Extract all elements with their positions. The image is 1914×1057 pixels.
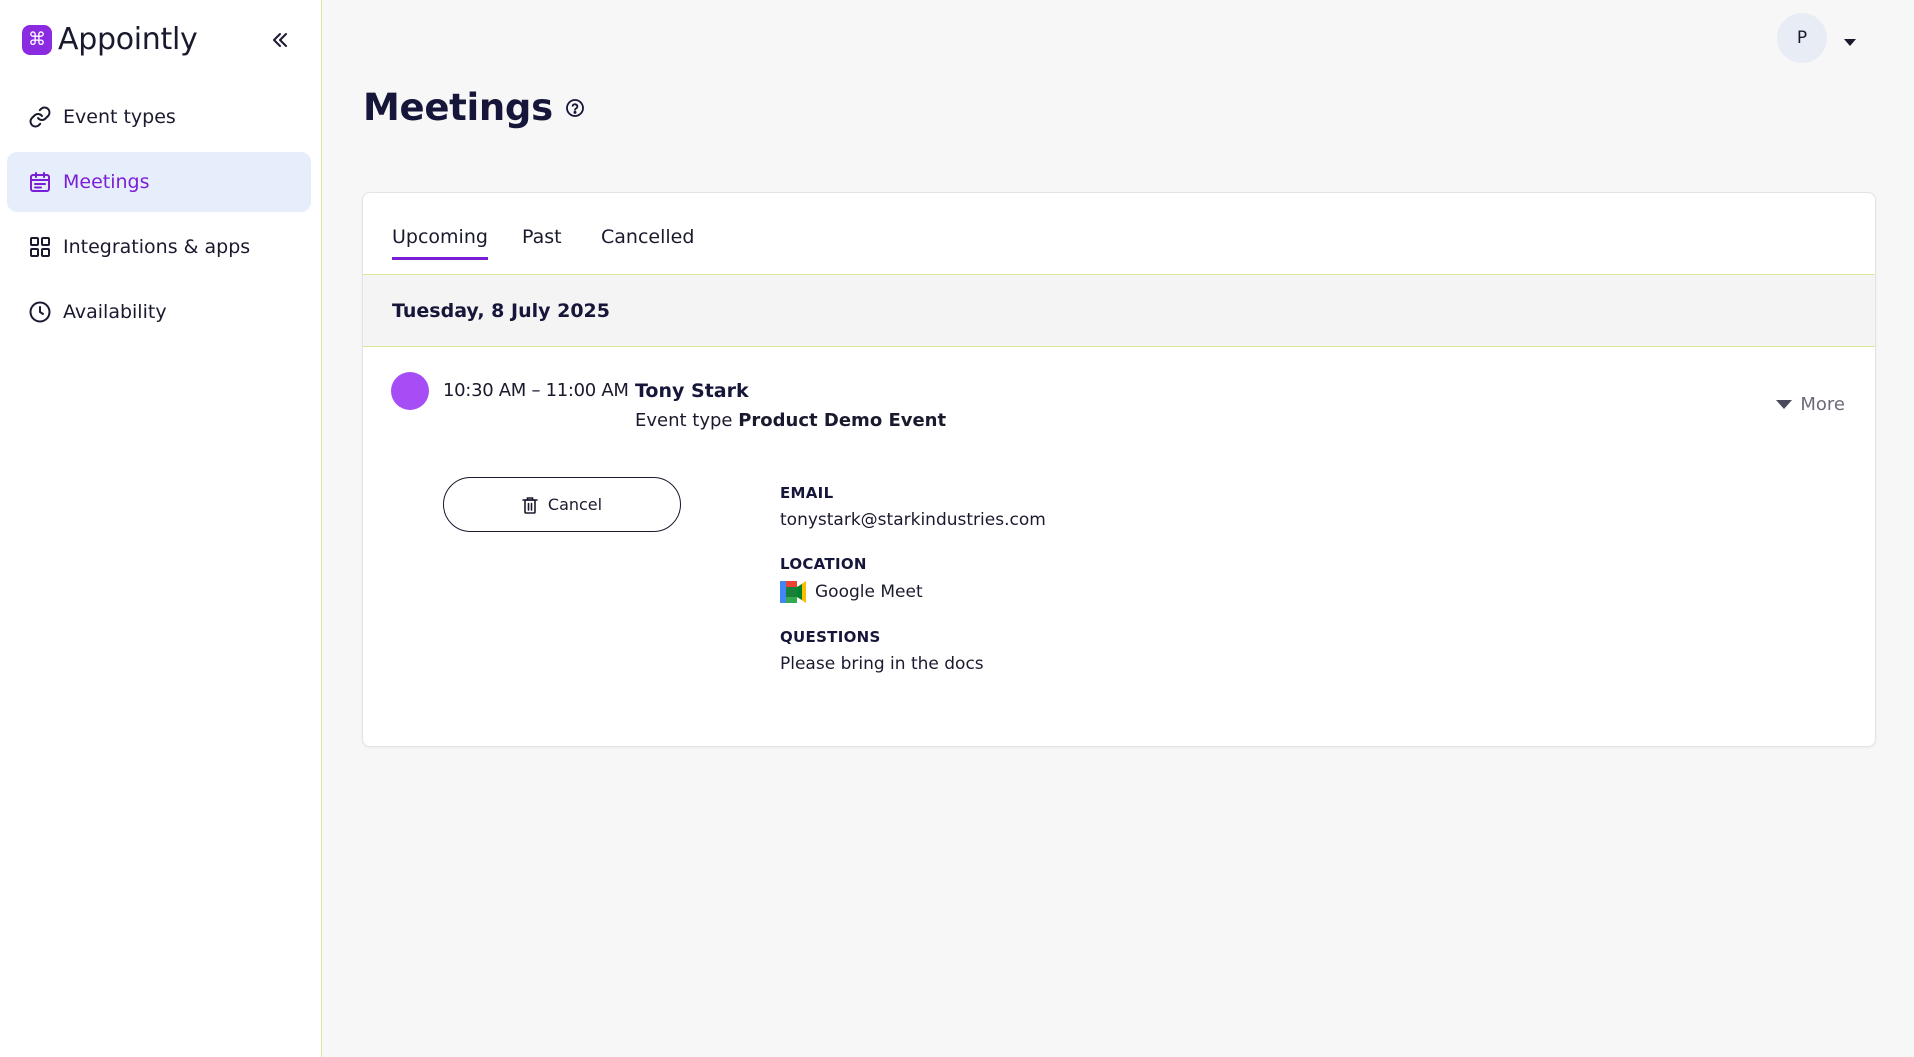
cancel-meeting-button[interactable]: Cancel	[443, 477, 681, 532]
grid-icon	[27, 234, 53, 260]
sidebar-item-label: Event types	[63, 106, 176, 128]
location-value: Google Meet	[780, 581, 1046, 603]
more-toggle[interactable]: More	[1776, 394, 1845, 415]
tab-cancelled[interactable]: Cancelled	[601, 226, 694, 260]
caret-down-icon	[1776, 399, 1793, 409]
more-label: More	[1800, 394, 1845, 415]
page-title: Meetings	[363, 86, 553, 129]
tab-upcoming[interactable]: Upcoming	[392, 226, 488, 260]
meeting-item: 10:30 AM – 11:00 AM Tony Stark Event typ…	[363, 347, 1875, 747]
brand[interactable]: ⌘ Appointly	[22, 22, 198, 57]
sidebar-nav: Event types Meetings Integrations & apps…	[7, 87, 311, 347]
event-color-dot	[391, 372, 429, 410]
brand-name: Appointly	[58, 22, 198, 57]
email-label: EMAIL	[780, 484, 834, 502]
user-menu-caret[interactable]	[1844, 32, 1856, 51]
sidebar-item-integrations[interactable]: Integrations & apps	[7, 217, 311, 277]
calendar-icon	[27, 169, 53, 195]
sidebar-item-availability[interactable]: Availability	[7, 282, 311, 342]
email-value: tonystark@starkindustries.com	[780, 510, 1046, 530]
meetings-tabs: Upcoming Past Cancelled	[363, 193, 1875, 275]
questions-value: Please bring in the docs	[780, 654, 984, 674]
event-type-line: Event type Product Demo Event	[635, 410, 946, 431]
event-type-prefix: Event type	[635, 410, 733, 431]
collapse-sidebar-button[interactable]	[266, 26, 294, 54]
sidebar-item-label: Integrations & apps	[63, 236, 251, 258]
location-name: Google Meet	[815, 582, 923, 602]
link-icon	[27, 104, 53, 130]
meeting-time: 10:30 AM – 11:00 AM	[443, 380, 629, 401]
caret-down-icon	[1844, 39, 1856, 46]
avatar[interactable]: P	[1777, 13, 1827, 63]
cancel-button-label: Cancel	[547, 495, 603, 514]
tab-past[interactable]: Past	[522, 226, 562, 260]
location-label: LOCATION	[780, 555, 867, 573]
sidebar-item-meetings[interactable]: Meetings	[7, 152, 311, 212]
sidebar: ⌘ Appointly Event types Meetings Integra…	[0, 0, 322, 1057]
event-type-name: Product Demo Event	[738, 410, 947, 431]
clock-icon	[27, 299, 53, 325]
double-chevron-left-icon	[273, 33, 287, 47]
date-header: Tuesday, 8 July 2025	[363, 275, 1875, 347]
main-content: P Meetings Upcoming Past Cancelled Tuesd…	[322, 0, 1914, 1057]
help-icon[interactable]	[565, 98, 585, 122]
sidebar-item-event-types[interactable]: Event types	[7, 87, 311, 147]
location-section: LOCATION Google Meet	[780, 555, 1046, 603]
page-header: Meetings	[363, 86, 585, 129]
meetings-card: Upcoming Past Cancelled Tuesday, 8 July …	[362, 192, 1876, 747]
invitee-name: Tony Stark	[635, 380, 749, 402]
sidebar-item-label: Availability	[63, 301, 167, 323]
google-meet-icon	[780, 581, 806, 603]
questions-label: QUESTIONS	[780, 628, 881, 646]
trash-icon	[522, 496, 538, 514]
brand-logo-icon: ⌘	[22, 24, 52, 55]
email-section: EMAIL tonystark@starkindustries.com	[780, 484, 1046, 530]
questions-section: QUESTIONS Please bring in the docs	[780, 628, 1046, 674]
app-root: ⌘ Appointly Event types Meetings Integra…	[0, 0, 1914, 1057]
sidebar-item-label: Meetings	[63, 171, 150, 193]
meeting-details: EMAIL tonystark@starkindustries.com LOCA…	[780, 484, 1046, 699]
